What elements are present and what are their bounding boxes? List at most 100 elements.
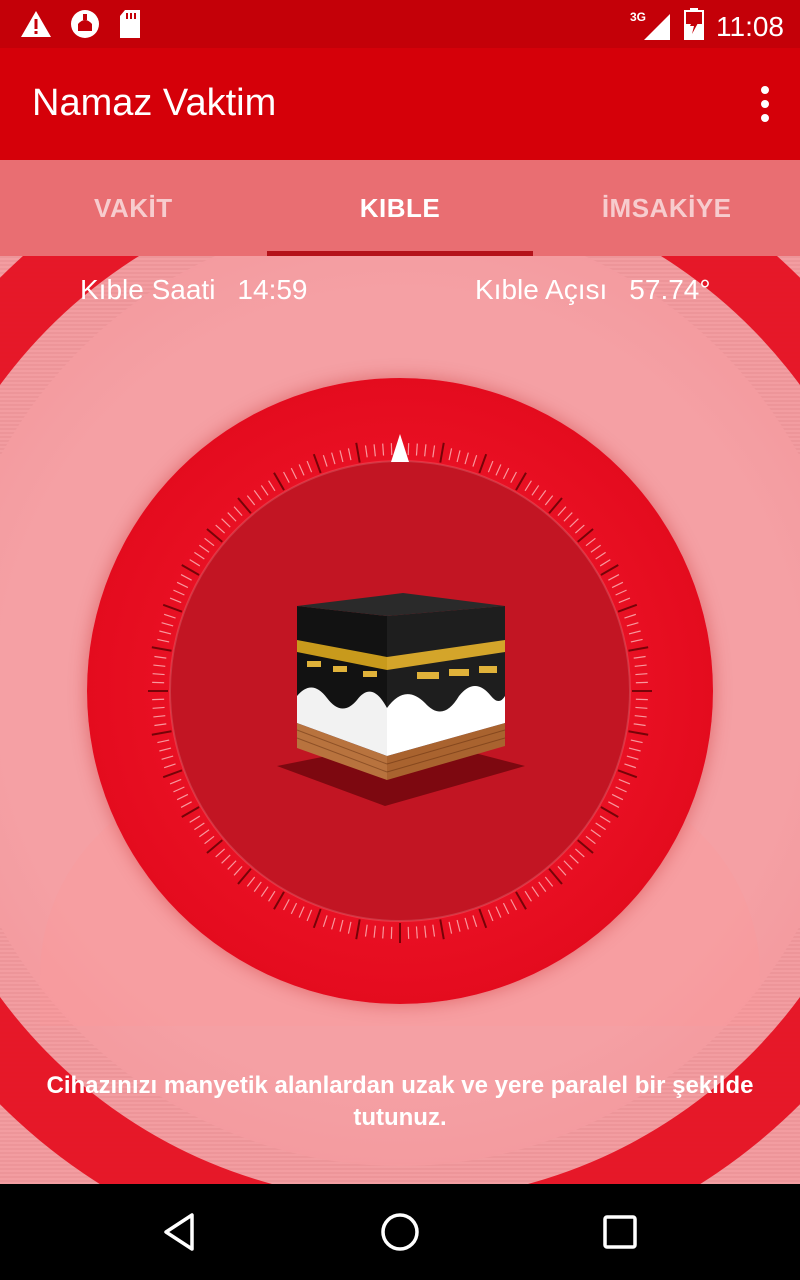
compass-tick bbox=[557, 506, 567, 517]
compass-tick bbox=[635, 673, 648, 676]
qibla-time: Kıble Saati 14:59 bbox=[80, 274, 308, 306]
qibla-content: Kıble Saati 14:59 Kıble Açısı 57.74° Cih… bbox=[0, 256, 800, 1184]
kaaba-icon bbox=[277, 593, 525, 806]
compass-tick bbox=[199, 829, 210, 838]
compass-tick bbox=[432, 445, 436, 458]
compass-tick bbox=[290, 467, 298, 480]
compass-tick bbox=[237, 497, 252, 514]
compass-tick bbox=[176, 793, 189, 801]
compass-tick bbox=[260, 485, 269, 496]
compass-tick bbox=[608, 574, 620, 581]
compass-tick bbox=[510, 899, 517, 911]
compass-tick bbox=[611, 581, 624, 589]
compass-tick bbox=[163, 763, 176, 769]
compass-tick bbox=[273, 891, 285, 910]
qibla-pointer-icon bbox=[391, 434, 409, 462]
compass-tick bbox=[260, 886, 269, 897]
compass-tick bbox=[268, 480, 276, 492]
compass-tick bbox=[322, 454, 328, 467]
tab-kible[interactable]: KIBLE bbox=[266, 160, 534, 256]
compass-tick bbox=[633, 655, 646, 659]
compass-tick bbox=[204, 835, 215, 845]
tab-imsakiye[interactable]: İMSAKİYE bbox=[533, 160, 800, 256]
compass-tick bbox=[456, 450, 461, 463]
recents-icon[interactable] bbox=[600, 1212, 640, 1252]
compass-tick bbox=[464, 917, 469, 930]
compass-tick bbox=[364, 445, 368, 458]
qibla-angle-value: 57.74° bbox=[629, 274, 711, 305]
compass-tick bbox=[331, 917, 336, 930]
compass-tick bbox=[227, 512, 237, 522]
home-icon[interactable] bbox=[380, 1212, 420, 1252]
compass-tick bbox=[382, 443, 385, 456]
compass-tick bbox=[574, 848, 585, 858]
compass-tick bbox=[510, 471, 517, 483]
compass-tick bbox=[634, 715, 647, 718]
compass-tick bbox=[574, 524, 585, 534]
compass-tick bbox=[630, 638, 643, 643]
compass-tick bbox=[306, 909, 313, 922]
compass-tick bbox=[331, 452, 336, 465]
compass-tick bbox=[364, 924, 368, 937]
warning-icon bbox=[20, 9, 52, 44]
compass-tick bbox=[347, 921, 352, 934]
compass-tick bbox=[339, 450, 344, 463]
compass-tick bbox=[611, 793, 624, 801]
compass-tick bbox=[194, 822, 205, 831]
compass-tick bbox=[273, 472, 285, 491]
compass-tick bbox=[544, 495, 554, 506]
compass-tick bbox=[617, 603, 638, 613]
compass-tick bbox=[246, 876, 256, 887]
compass-tick bbox=[635, 706, 648, 709]
compass-tick bbox=[569, 518, 579, 528]
compass-tick bbox=[355, 442, 361, 463]
compass-tick bbox=[268, 890, 276, 902]
compass-tick bbox=[189, 815, 201, 823]
compass-tick bbox=[154, 723, 167, 727]
compass-tick bbox=[524, 480, 532, 492]
compass-tick bbox=[524, 890, 532, 902]
compass-tick bbox=[283, 471, 290, 483]
compass-tick bbox=[169, 778, 182, 785]
compass-tick bbox=[215, 524, 226, 534]
navigation-bar bbox=[0, 1184, 800, 1280]
more-vert-icon[interactable] bbox=[760, 86, 770, 122]
compass-tick bbox=[599, 559, 611, 567]
compass-tick bbox=[487, 460, 494, 473]
compass-tick bbox=[472, 454, 478, 467]
compass-tick bbox=[152, 706, 165, 709]
compass-tick bbox=[151, 646, 172, 652]
compass-tick bbox=[154, 655, 167, 659]
compass-tick bbox=[373, 925, 376, 938]
compass-tick bbox=[515, 891, 527, 910]
compass-tick bbox=[298, 464, 305, 476]
compass-tick bbox=[246, 495, 256, 506]
compass-tick bbox=[628, 747, 641, 752]
compass-tick bbox=[322, 915, 328, 928]
app-bar: Namaz Vaktim bbox=[0, 48, 800, 160]
compass-tick bbox=[585, 835, 596, 845]
compass-tick bbox=[548, 497, 563, 514]
compass-dial bbox=[148, 439, 652, 943]
compass-tick bbox=[531, 886, 540, 897]
compass-tick bbox=[221, 854, 231, 864]
compass-tick bbox=[347, 448, 352, 461]
compass-tick bbox=[199, 544, 210, 553]
tab-bar: VAKİT KIBLE İMSAKİYE bbox=[0, 160, 800, 256]
compass-tick bbox=[590, 829, 601, 838]
compass-tick bbox=[624, 763, 637, 769]
compass-tick bbox=[487, 909, 494, 922]
compass-tick bbox=[548, 868, 563, 885]
compass-tick bbox=[456, 919, 461, 932]
compass-tick bbox=[599, 815, 611, 823]
compass-tick bbox=[590, 544, 601, 553]
compass-tick bbox=[181, 806, 200, 818]
compass-tick bbox=[306, 460, 313, 473]
compass-tick bbox=[628, 630, 641, 635]
compass-tick bbox=[628, 646, 649, 652]
app-title: Namaz Vaktim bbox=[32, 82, 277, 124]
tab-vakit[interactable]: VAKİT bbox=[0, 160, 267, 256]
back-icon[interactable] bbox=[160, 1212, 200, 1252]
compass-tick bbox=[464, 452, 469, 465]
compass-tick bbox=[626, 622, 639, 627]
